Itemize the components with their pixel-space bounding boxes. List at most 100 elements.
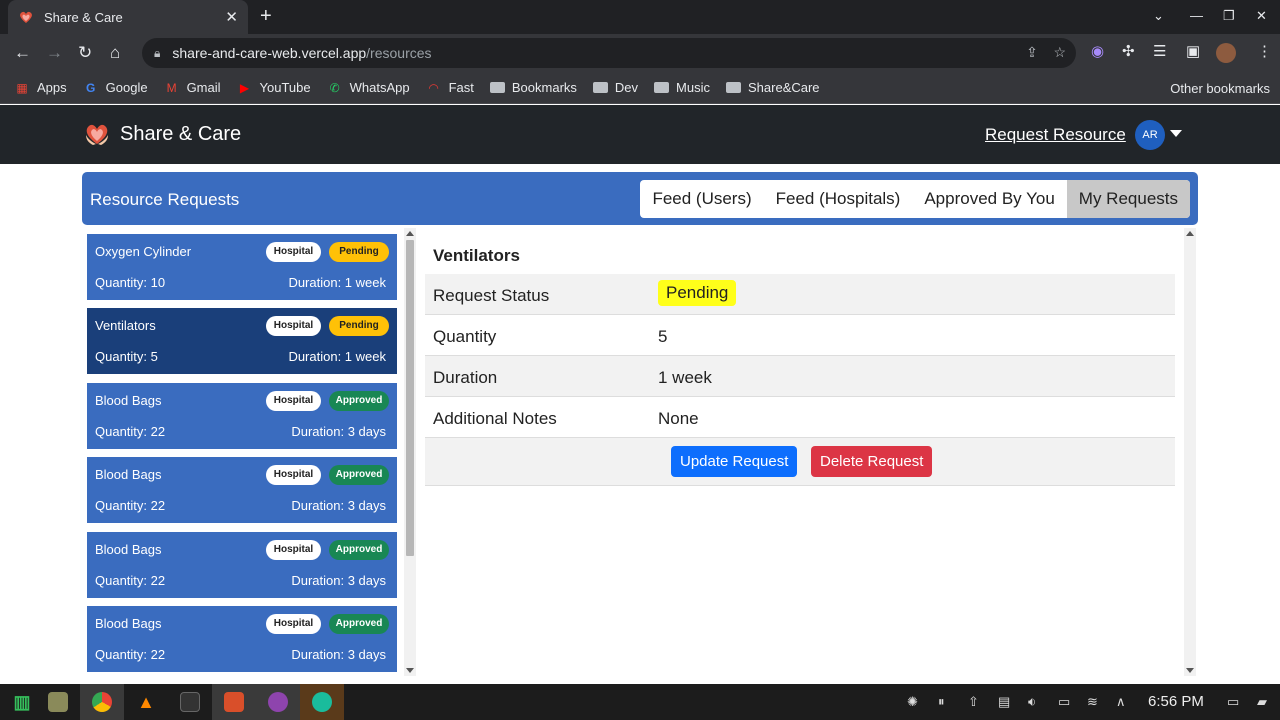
share-care-logo-icon (86, 124, 108, 145)
status-badge: Pending (658, 280, 737, 306)
notifications-icon[interactable]: ▰ (1257, 693, 1267, 711)
scroll-down-icon[interactable] (406, 668, 414, 673)
browser-tab-strip: Share & Care ✕ + ⌄ — ❐ ✕ (0, 0, 1280, 34)
profile-avatar[interactable] (1216, 43, 1236, 63)
close-tab-icon[interactable]: ✕ (225, 8, 238, 26)
pause-icon[interactable]: ⏸︎ (938, 693, 945, 711)
detail-row-quantity: Quantity 5 (425, 315, 1175, 356)
request-card[interactable]: Blood Bags Hospital Approved Quantity: 22 Du… (87, 531, 397, 598)
tray-expand-icon[interactable]: ∧ (1116, 693, 1126, 711)
scrollbar-thumb[interactable] (406, 240, 414, 556)
extension-icon[interactable]: ◉ (1091, 44, 1104, 60)
sharing-app-icon[interactable] (300, 684, 344, 720)
lock-icon[interactable]: 🔒︎ (154, 46, 160, 61)
github-app-icon[interactable] (256, 684, 300, 720)
status-badge: Approved (329, 539, 389, 560)
clock[interactable]: 6:56 PM (1148, 693, 1204, 710)
menu-kebab-icon[interactable]: ⋮ (1257, 44, 1272, 60)
notification-icon[interactable]: ✺ (907, 693, 918, 711)
back-icon[interactable]: ← (14, 43, 31, 63)
address-bar[interactable]: 🔒︎ share-and-care-web.vercel.app/resourc… (142, 38, 1076, 68)
tab-search-icon[interactable]: ⌄ (1153, 8, 1164, 24)
request-card[interactable]: Blood Bags Hospital Approved Quantity: 22 Du… (87, 382, 397, 449)
tab-my-requests[interactable]: My Requests (1066, 180, 1190, 218)
bookmark-whatsapp[interactable]: ✆ WhatsApp (327, 80, 410, 95)
request-list-scrollbar[interactable] (404, 228, 416, 676)
bookmark-folder-sharecare[interactable]: Share&Care (726, 80, 820, 95)
wifi-icon[interactable]: ≋ (1087, 693, 1098, 711)
chrome-app-icon[interactable] (80, 684, 124, 720)
bookmark-fast[interactable]: ◠ Fast (426, 80, 474, 95)
bookmark-folder-bookmarks[interactable]: Bookmarks (489, 80, 577, 95)
bookmark-label: WhatsApp (349, 80, 410, 95)
forward-icon[interactable]: → (46, 43, 63, 63)
reading-list-icon[interactable]: ☰ (1153, 44, 1166, 60)
tab-feed-users[interactable]: Feed (Users) (640, 180, 763, 218)
scroll-down-icon[interactable] (1186, 668, 1194, 673)
scroll-up-icon[interactable] (1186, 231, 1194, 236)
os-taskbar: ▥ ▲ ✺ ⏸︎ ⇧ ▤ 🔉︎ ▭ ≋ ∧ 6:56 PM ▭ ▰ (0, 684, 1280, 720)
status-badge: Approved (329, 614, 389, 634)
close-window-icon[interactable]: ✕ (1256, 8, 1267, 24)
detail-row-status: Request Status Pending (425, 274, 1175, 315)
update-request-button[interactable]: Update Request (671, 446, 798, 477)
user-menu-caret-icon[interactable] (1170, 130, 1182, 137)
detail-scrollbar[interactable] (1184, 228, 1196, 676)
bookmark-folder-music[interactable]: Music (654, 80, 710, 95)
files-app-icon[interactable] (36, 684, 80, 720)
brand[interactable]: Share & Care (84, 121, 241, 147)
gmail-icon: M (166, 80, 177, 95)
request-quantity: Quantity: 10 (95, 275, 166, 290)
minimize-icon[interactable]: — (1190, 8, 1203, 23)
url-host: share-and-care-web.vercel.app (172, 45, 367, 61)
detail-value: 5 (658, 327, 668, 346)
request-resource-link[interactable]: Request Resource (985, 125, 1126, 145)
request-name: Blood Bags (95, 467, 162, 483)
request-card[interactable]: Blood Bags Hospital Approved Quantity: 22 Du… (87, 457, 397, 524)
bookmark-star-icon[interactable]: ☆ (1053, 44, 1066, 60)
bookmark-gmail[interactable]: M Gmail (164, 80, 221, 95)
restore-icon[interactable]: ❐ (1223, 8, 1235, 24)
browser-toolbar: ← → ↻ ⌂ 🔒︎ share-and-care-web.vercel.app… (0, 34, 1280, 72)
brand-name: Share & Care (120, 122, 242, 145)
side-panel-icon[interactable]: ▣ (1186, 44, 1200, 60)
request-card[interactable]: Oxygen Cylinder Hospital Pending Quantity: … (87, 234, 397, 300)
request-quantity: Quantity: 22 (95, 572, 166, 588)
request-tabs: Feed (Users) Feed (Hospitals) Approved B… (640, 180, 1190, 218)
bookmark-folder-dev[interactable]: Dev (592, 80, 639, 95)
volume-icon[interactable]: 🔉︎ (1028, 693, 1036, 711)
tab-feed-hospitals[interactable]: Feed (Hospitals) (764, 180, 913, 218)
bookmark-youtube[interactable]: ▶ YouTube (237, 80, 311, 95)
desktop-icon[interactable]: ▭ (1227, 693, 1239, 711)
terminal-app-icon[interactable] (168, 684, 212, 720)
request-card[interactable]: Blood Bags Hospital Approved Quantity: 22 Du… (87, 606, 397, 672)
update-icon[interactable]: ⇧ (968, 693, 979, 711)
tab-approved-by-you[interactable]: Approved By You (912, 180, 1066, 218)
apps-grid-icon: ▦ (16, 80, 28, 95)
user-avatar[interactable]: AR (1135, 120, 1165, 150)
request-duration: Duration: 3 days (291, 423, 386, 439)
battery-icon[interactable]: ▭ (1058, 693, 1070, 711)
vlc-app-icon[interactable]: ▲ (124, 684, 168, 720)
reload-icon[interactable]: ↻ (78, 43, 92, 63)
bookmark-label: Dev (614, 80, 639, 95)
request-quantity: Quantity: 5 (95, 349, 158, 365)
home-icon[interactable]: ⌂ (110, 43, 120, 63)
extensions-puzzle-icon[interactable]: ✣ (1122, 44, 1135, 60)
other-bookmarks[interactable]: Other bookmarks (1162, 72, 1270, 104)
bookmark-apps[interactable]: ▦ Apps (14, 80, 66, 95)
bookmark-label: Gmail (186, 80, 221, 95)
new-tab-icon[interactable]: + (260, 6, 272, 26)
scroll-up-icon[interactable] (406, 231, 414, 236)
clipboard-icon[interactable]: ▤ (998, 693, 1010, 711)
resources-page: Resource Requests Feed (Users) Feed (Hos… (0, 164, 1280, 684)
request-duration: Duration: 3 days (291, 572, 386, 588)
browser-tab[interactable]: Share & Care ✕ (8, 0, 248, 34)
detail-row-duration: Duration 1 week (425, 356, 1175, 397)
share-icon[interactable]: ⇪ ☆ (1026, 44, 1066, 61)
delete-request-button[interactable]: Delete Request (811, 446, 933, 477)
bookmark-label: Music (676, 80, 710, 95)
request-card[interactable]: Ventilators Hospital Pending Quantity: 5 Dur… (87, 308, 397, 375)
bookmark-google[interactable]: G Google (83, 80, 148, 95)
office-app-icon[interactable] (212, 684, 256, 720)
